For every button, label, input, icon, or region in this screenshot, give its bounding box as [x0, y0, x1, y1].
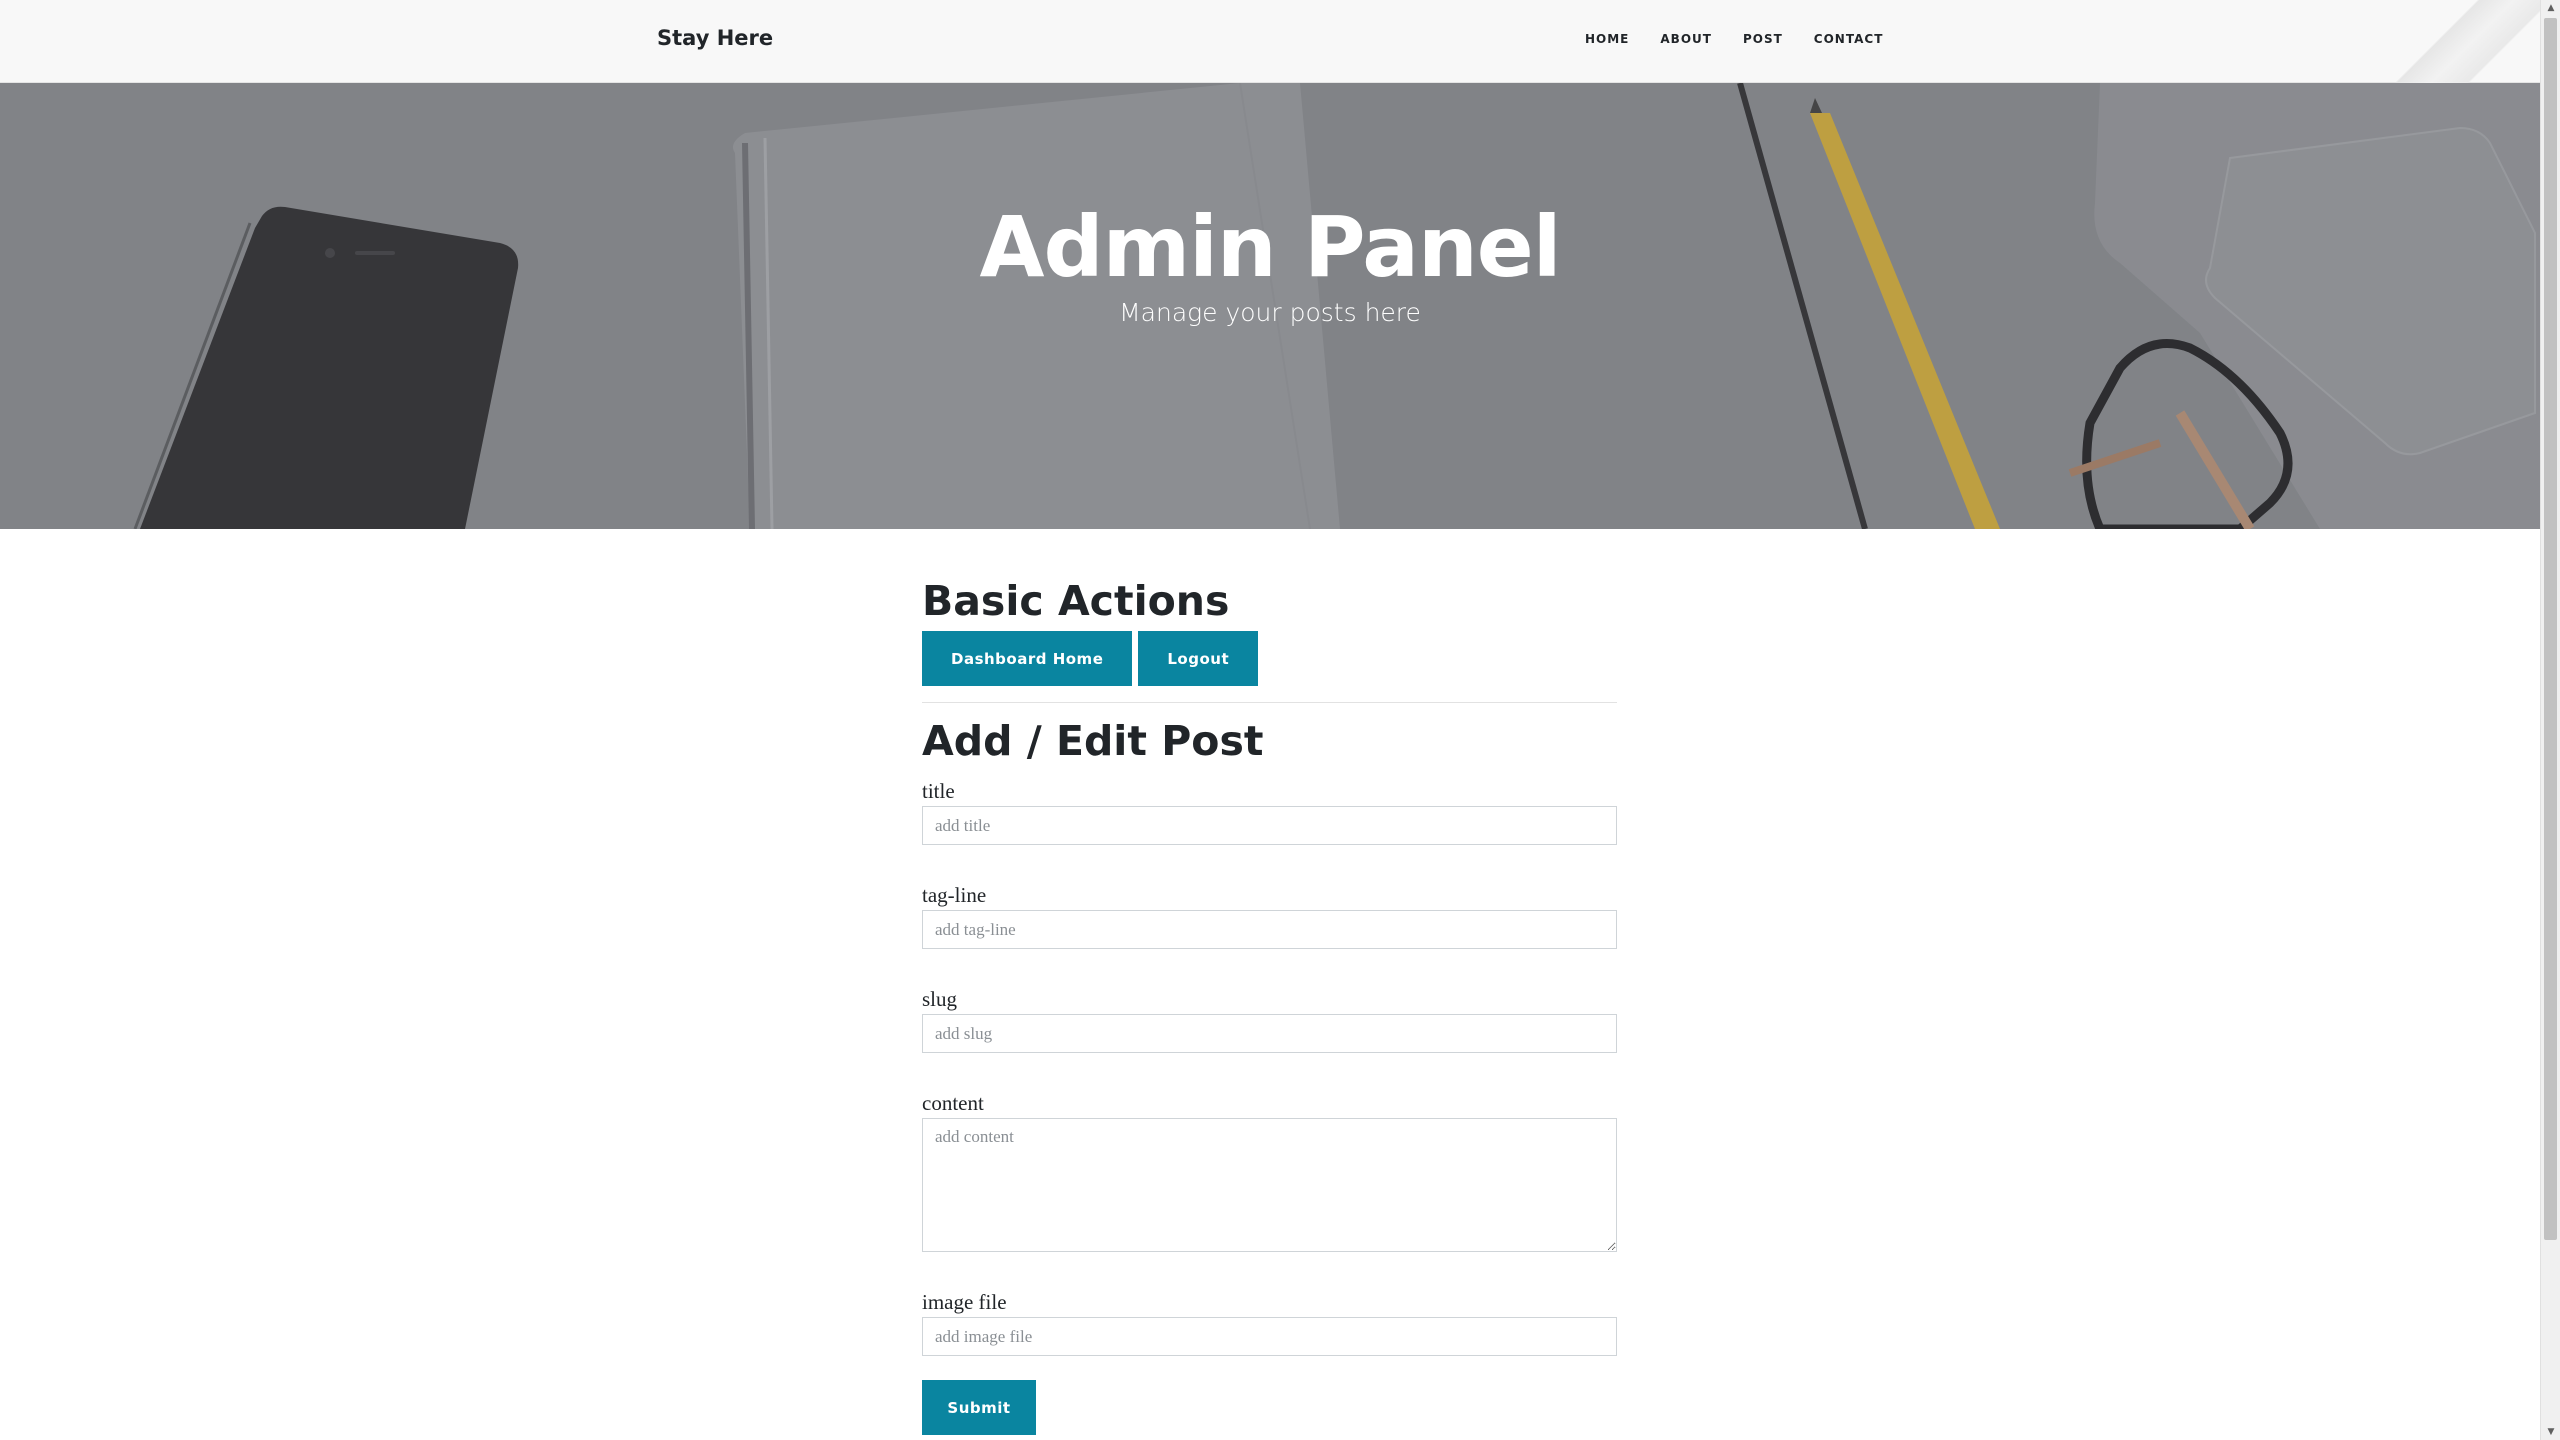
title-field-group: title	[922, 779, 1617, 845]
nav-link-post[interactable]: Post	[1743, 32, 1783, 46]
section-divider	[922, 702, 1617, 703]
content-label: content	[922, 1091, 984, 1115]
dashboard-home-button[interactable]: Dashboard Home	[922, 631, 1133, 686]
edit-post-form: title tag-line slug content image file S…	[922, 779, 1617, 1435]
brand-link[interactable]: Stay Here	[657, 26, 773, 50]
tagline-field-group: tag-line	[922, 883, 1617, 949]
content-field-group: content	[922, 1091, 1617, 1252]
tagline-input[interactable]	[922, 910, 1617, 949]
nav-links: Home About Post Contact	[1585, 32, 1914, 46]
main-content: Basic Actions Dashboard Home Logout Add …	[922, 575, 1617, 1435]
slug-label: slug	[922, 987, 958, 1011]
page-title: Admin Panel	[979, 198, 1561, 296]
navbar-corner-decoration	[2380, 0, 2540, 83]
nav-link-about[interactable]: About	[1660, 32, 1712, 46]
submit-button[interactable]: Submit	[922, 1380, 1036, 1435]
page: Stay Here Home About Post Contact	[0, 0, 2560, 1440]
nav-link-contact[interactable]: Contact	[1814, 32, 1884, 46]
basic-actions-buttons: Dashboard Home Logout	[922, 631, 1617, 686]
edit-post-heading: Add / Edit Post	[922, 717, 1264, 765]
title-input[interactable]	[922, 806, 1617, 845]
image-file-input[interactable]	[922, 1317, 1617, 1356]
slug-field-group: slug	[922, 987, 1617, 1053]
scrollbar-thumb[interactable]	[2544, 18, 2557, 1240]
image-file-label: image file	[922, 1290, 1007, 1314]
navbar: Stay Here Home About Post Contact	[0, 0, 2540, 83]
page-subtitle: Manage your posts here	[1119, 298, 1421, 327]
masthead: Admin Panel Manage your posts here	[0, 83, 2540, 529]
content-textarea[interactable]	[922, 1118, 1617, 1252]
tagline-label: tag-line	[922, 883, 987, 907]
vertical-scrollbar[interactable]: ▲ ▼	[2540, 0, 2560, 1440]
scroll-down-arrow-icon[interactable]: ▼	[2541, 1424, 2560, 1440]
basic-actions-heading: Basic Actions	[922, 577, 1230, 625]
title-label: title	[922, 779, 955, 803]
nav-link-home[interactable]: Home	[1585, 32, 1629, 46]
scroll-up-arrow-icon[interactable]: ▲	[2541, 0, 2560, 16]
logout-button[interactable]: Logout	[1138, 631, 1259, 686]
slug-input[interactable]	[922, 1014, 1617, 1053]
image-field-group: image file	[922, 1290, 1617, 1356]
